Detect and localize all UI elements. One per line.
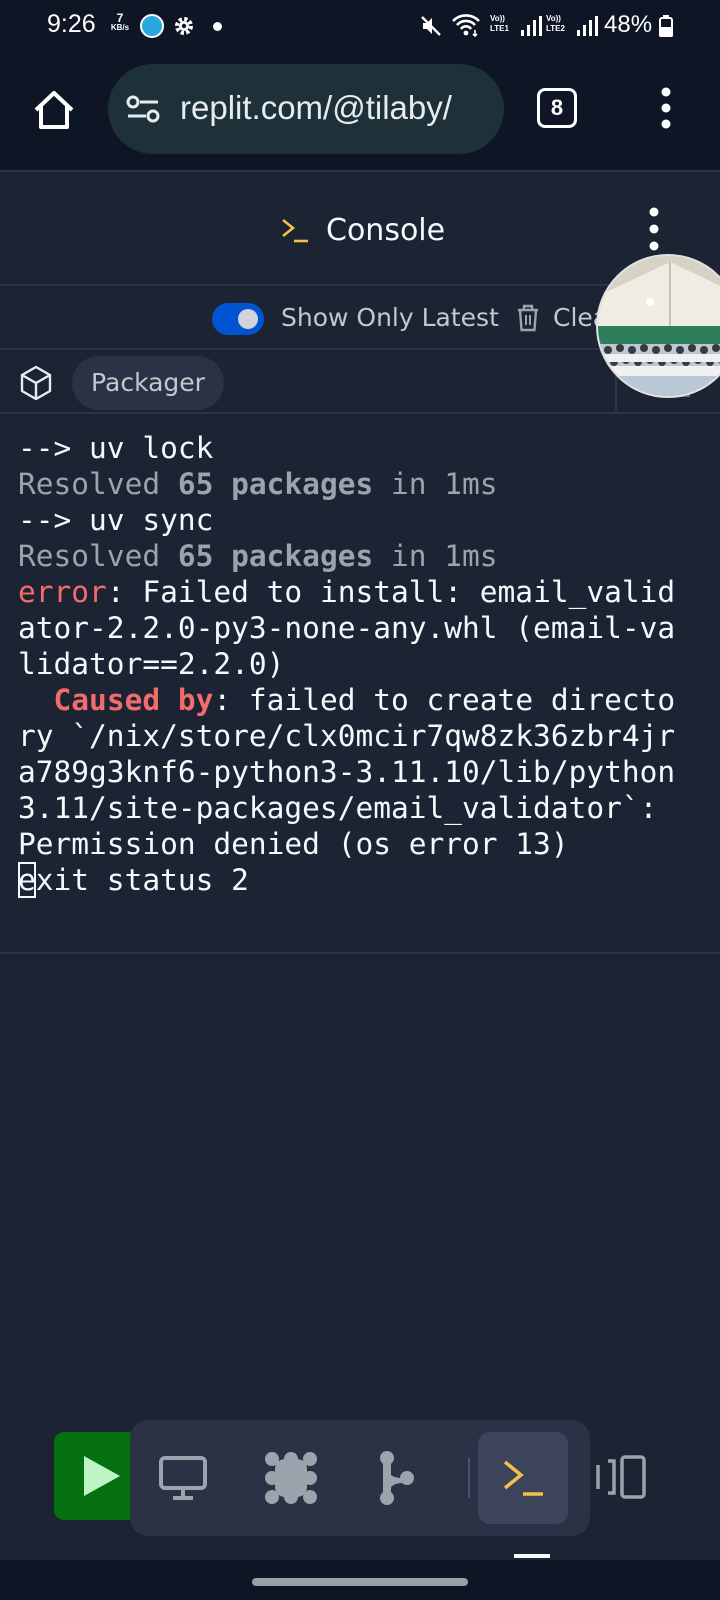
gesture-handle[interactable] — [252, 1578, 468, 1586]
dock-packages-button[interactable] — [246, 1432, 336, 1524]
error-label: error — [18, 575, 107, 609]
signal-bars-icon — [521, 16, 542, 36]
app-notification-icon — [140, 14, 164, 38]
dots-grid-icon — [265, 1452, 317, 1504]
git-branch-icon — [380, 1451, 414, 1505]
terminal-prompt-icon — [503, 1460, 543, 1496]
cause-indent — [18, 683, 54, 717]
output-line-uv-sync: --> uv sync — [18, 503, 214, 537]
active-dock-indicator — [514, 1554, 550, 1558]
dock-git-button[interactable] — [352, 1432, 442, 1524]
resolved-count: 65 packages — [177, 539, 374, 573]
bottom-dock — [130, 1420, 590, 1536]
caused-by-label: Caused by — [53, 683, 214, 717]
console-output: --> uv lock Resolved 65 packages in 1ms … — [18, 430, 708, 898]
more-vert-icon[interactable] — [640, 204, 668, 254]
exit-status: xit status 2 — [35, 863, 249, 897]
browser-toolbar: replit.com/@tilaby/ 8 — [0, 52, 720, 172]
status-bar: 9:26 7 KB/s Vo)) LTE1 Vo)) LTE2 48% — [0, 0, 720, 52]
home-icon[interactable] — [30, 86, 78, 134]
output-line-resolved-1: Resolved 65 packages in 1ms — [18, 467, 498, 501]
sim1-signal: Vo)) LTE1 — [490, 14, 544, 38]
output-line-resolved-2: Resolved 65 packages in 1ms — [18, 539, 498, 573]
signal-bars-icon — [577, 16, 598, 36]
resolved-time: in 1ms — [373, 539, 498, 573]
split-pane-icon[interactable] — [594, 1455, 648, 1499]
status-time: 9:26 — [47, 10, 96, 38]
url-text[interactable]: replit.com/@tilaby/ — [180, 89, 452, 127]
resolved-time: in 1ms — [373, 467, 498, 501]
network-speed: 7 KB/s — [106, 11, 134, 33]
notification-dot-icon — [213, 22, 222, 31]
console-title: Console — [326, 212, 446, 248]
group-photo-image — [598, 256, 720, 396]
wifi-icon — [452, 14, 480, 38]
dock-webview-button[interactable] — [138, 1432, 228, 1524]
network-speed-unit: KB/s — [110, 23, 130, 32]
play-icon — [84, 1456, 120, 1496]
sim1-label: Vo)) LTE1 — [490, 14, 509, 33]
tab-switcher-button[interactable]: 8 — [537, 88, 577, 128]
mute-icon — [421, 16, 441, 36]
monitor-icon — [159, 1456, 207, 1500]
text-cursor: e — [18, 862, 36, 898]
show-only-latest-label: Show Only Latest — [281, 303, 499, 332]
battery-percent: 48% — [604, 11, 653, 38]
toggle-knob — [238, 309, 258, 329]
dock-console-button[interactable] — [478, 1432, 568, 1524]
show-only-latest-toggle[interactable] — [212, 303, 264, 335]
terminal-prompt-icon — [282, 218, 308, 243]
cube-icon — [20, 365, 52, 401]
tab-packager[interactable]: Packager — [72, 356, 224, 410]
resolved-text: Resolved — [18, 539, 178, 573]
tune-icon[interactable] — [126, 94, 160, 124]
output-divider — [0, 952, 720, 954]
dock-divider — [468, 1458, 470, 1498]
console-title-group: Console — [280, 210, 445, 250]
trash-icon[interactable] — [515, 303, 541, 333]
settings-gear-icon — [175, 17, 193, 35]
system-navigation-bar — [0, 1560, 720, 1600]
resolved-text: Resolved — [18, 467, 178, 501]
battery-icon — [659, 15, 673, 37]
output-line-uv-lock: --> uv lock — [18, 431, 214, 465]
error-message: : Failed to install: email_valid ator-2.… — [18, 575, 676, 681]
more-vert-icon[interactable] — [652, 84, 680, 132]
address-bar[interactable]: replit.com/@tilaby/ — [108, 64, 504, 154]
console-header: Console — [0, 174, 720, 286]
sim2-label: Vo)) LTE2 — [546, 14, 565, 33]
resolved-count: 65 packages — [177, 467, 374, 501]
network-speed-value: 7 — [116, 11, 124, 25]
sim2-signal: Vo)) LTE2 — [546, 14, 600, 38]
